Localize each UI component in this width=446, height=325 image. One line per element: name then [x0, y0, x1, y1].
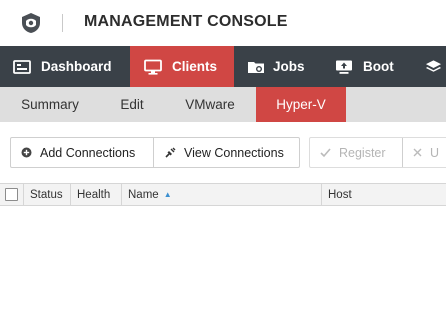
view-connections-button[interactable]: View Connections	[153, 138, 299, 167]
add-connections-button[interactable]: Add Connections	[11, 138, 153, 167]
nav-dashboard-label: Dashboard	[41, 59, 112, 74]
nav-clients[interactable]: Clients	[130, 46, 234, 87]
unregister-label: U	[430, 145, 440, 160]
nav-clients-label: Clients	[172, 59, 218, 74]
connect-plug-icon	[165, 147, 176, 158]
table-body	[0, 206, 446, 325]
tab-summary[interactable]: Summary	[0, 87, 100, 122]
nav-boot[interactable]: Boot	[322, 46, 412, 87]
table-header: Status Health Name ▲ Host	[0, 183, 446, 206]
plus-circle-icon	[21, 147, 32, 158]
column-header-name-label: Name	[128, 188, 159, 201]
tab-vmware[interactable]: VMware	[164, 87, 256, 122]
nav-boot-label: Boot	[363, 59, 394, 74]
unregister-button[interactable]: U	[402, 138, 446, 167]
register-label: Register	[339, 145, 386, 160]
register-button[interactable]: Register	[310, 138, 402, 167]
boot-icon	[336, 60, 352, 74]
monitor-icon	[144, 59, 162, 75]
nav-jobs[interactable]: Jobs	[234, 46, 322, 87]
header-divider	[62, 14, 63, 32]
tab-edit[interactable]: Edit	[100, 87, 164, 122]
toolbar: Add Connections View Connections Registe…	[0, 122, 446, 180]
tab-hyper-v[interactable]: Hyper-V	[256, 87, 346, 122]
x-icon	[413, 148, 422, 157]
jobs-icon	[248, 61, 264, 73]
app-title: MANAGEMENT CONSOLE	[84, 13, 288, 30]
shield-logo-icon	[22, 13, 40, 33]
column-header-host[interactable]: Host	[322, 184, 446, 205]
layers-icon	[425, 59, 442, 72]
connections-button-group: Add Connections View Connections	[10, 137, 300, 168]
registration-button-group: Register U	[309, 137, 446, 168]
select-all-header	[0, 184, 24, 205]
column-header-status[interactable]: Status	[24, 184, 71, 205]
sub-nav: Summary Edit VMware Hyper-V	[0, 87, 446, 122]
nav-more[interactable]	[412, 46, 446, 87]
view-connections-label: View Connections	[184, 145, 284, 160]
checkmark-icon	[320, 147, 331, 157]
main-nav: Dashboard Clients Jobs Boot	[0, 46, 446, 87]
sort-ascending-icon: ▲	[163, 190, 172, 199]
dashboard-icon	[13, 59, 31, 74]
select-all-checkbox[interactable]	[5, 188, 18, 201]
add-connections-label: Add Connections	[40, 145, 136, 160]
column-header-name[interactable]: Name ▲	[122, 184, 322, 205]
nav-dashboard[interactable]: Dashboard	[0, 46, 130, 87]
app-header: MANAGEMENT CONSOLE	[0, 0, 446, 46]
nav-jobs-label: Jobs	[273, 59, 305, 74]
column-header-health[interactable]: Health	[71, 184, 122, 205]
